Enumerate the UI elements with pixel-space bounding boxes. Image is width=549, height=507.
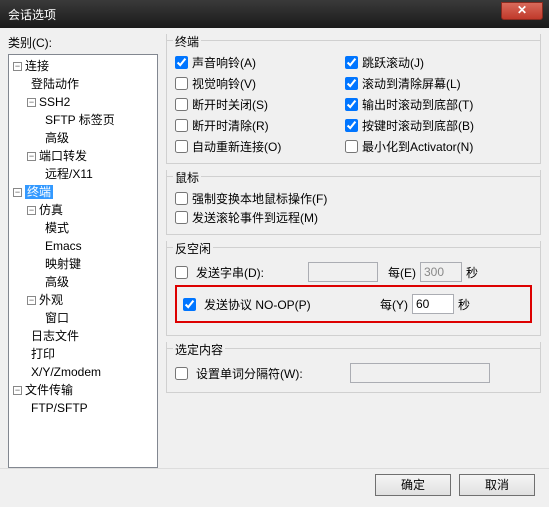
cb-keybottom[interactable]: 按键时滚动到底部(B) xyxy=(345,117,515,134)
category-label: 类别(C): xyxy=(8,34,158,51)
tree-connection[interactable]: −连接 xyxy=(9,57,157,75)
group-terminal: 终端 声音响铃(A) 跳跃滚动(J) 视觉响铃(V) 滚动到清除屏幕(L) 断开… xyxy=(166,34,541,164)
tree-mapkeys[interactable]: 映射键 xyxy=(9,255,157,273)
window-title: 会话选项 xyxy=(8,6,56,23)
lbl-sendstr: 发送字串(D): xyxy=(196,264,304,281)
tree-logfile[interactable]: 日志文件 xyxy=(9,327,157,345)
lbl-secs1: 秒 xyxy=(466,264,478,281)
group-selection: 选定内容 设置单词分隔符(W): xyxy=(166,342,541,393)
cb-autoreconn[interactable]: 自动重新连接(O) xyxy=(175,138,345,155)
titlebar: 会话选项 ✕ xyxy=(0,0,549,28)
highlight-box: 发送协议 NO-OP(P) 每(Y) 秒 xyxy=(175,285,532,323)
lbl-every2: 每(Y) xyxy=(380,296,408,313)
cb-outbottom[interactable]: 输出时滚动到底部(T) xyxy=(345,96,515,113)
close-button[interactable]: ✕ xyxy=(501,2,543,20)
tree-window[interactable]: 窗口 xyxy=(9,309,157,327)
tree-terminal[interactable]: −终端 xyxy=(9,183,157,201)
cb-clrscroll[interactable]: 滚动到清除屏幕(L) xyxy=(345,75,515,92)
group-mouse: 鼠标 强制变换本地鼠标操作(F) 发送滚轮事件到远程(M) xyxy=(166,170,541,235)
cb-clrdisc[interactable]: 断开时清除(R) xyxy=(175,117,345,134)
cancel-button[interactable]: 取消 xyxy=(459,474,535,496)
content: 类别(C): −连接 登陆动作 −SSH2 SFTP 标签页 高级 −端口转发 … xyxy=(0,28,549,468)
tree-emulation[interactable]: −仿真 xyxy=(9,201,157,219)
cb-sendstr[interactable] xyxy=(175,266,188,279)
right-panel: 终端 声音响铃(A) 跳跃滚动(J) 视觉响铃(V) 滚动到清除屏幕(L) 断开… xyxy=(158,34,541,468)
tree-advanced1[interactable]: 高级 xyxy=(9,129,157,147)
group-terminal-legend: 终端 xyxy=(173,33,201,50)
cb-sendproto[interactable] xyxy=(183,298,196,311)
tree-advanced2[interactable]: 高级 xyxy=(9,273,157,291)
ok-button[interactable]: 确定 xyxy=(375,474,451,496)
worddelim-input[interactable] xyxy=(350,363,490,383)
cb-minactivator[interactable]: 最小化到Activator(N) xyxy=(345,138,515,155)
lbl-worddelim: 设置单词分隔符(W): xyxy=(196,365,346,382)
row-sendproto: 发送协议 NO-OP(P) 每(Y) 秒 xyxy=(183,294,524,314)
tree-login[interactable]: 登陆动作 xyxy=(9,75,157,93)
interval2-input[interactable] xyxy=(412,294,454,314)
tree-appearance[interactable]: −外观 xyxy=(9,291,157,309)
group-mouse-legend: 鼠标 xyxy=(173,169,201,186)
group-antiidle: 反空闲 发送字串(D): 每(E) 秒 发送协议 NO-OP(P) 每(Y) 秒 xyxy=(166,241,541,336)
cb-vbell[interactable]: 视觉响铃(V) xyxy=(175,75,345,92)
tree-sftp-tab[interactable]: SFTP 标签页 xyxy=(9,111,157,129)
group-selection-legend: 选定内容 xyxy=(173,341,225,358)
tree-xyzmodem[interactable]: X/Y/Zmodem xyxy=(9,363,157,381)
group-antiidle-legend: 反空闲 xyxy=(173,240,213,257)
tree-print[interactable]: 打印 xyxy=(9,345,157,363)
left-column: 类别(C): −连接 登陆动作 −SSH2 SFTP 标签页 高级 −端口转发 … xyxy=(8,34,158,468)
cb-closedisc[interactable]: 断开时关闭(S) xyxy=(175,96,345,113)
cb-bell[interactable]: 声音响铃(A) xyxy=(175,54,345,71)
tree-ssh2[interactable]: −SSH2 xyxy=(9,93,157,111)
cb-sendwheel[interactable]: 发送滚轮事件到远程(M) xyxy=(175,209,532,226)
tree-filetransfer[interactable]: −文件传输 xyxy=(9,381,157,399)
lbl-secs2: 秒 xyxy=(458,296,470,313)
tree-portfwd[interactable]: −端口转发 xyxy=(9,147,157,165)
tree-mode[interactable]: 模式 xyxy=(9,219,157,237)
tree-emacs[interactable]: Emacs xyxy=(9,237,157,255)
cb-jump[interactable]: 跳跃滚动(J) xyxy=(345,54,515,71)
tree-ftp-sftp[interactable]: FTP/SFTP xyxy=(9,399,157,417)
row-sendstr: 发送字串(D): 每(E) 秒 xyxy=(175,262,532,282)
tree-remote-x11[interactable]: 远程/X11 xyxy=(9,165,157,183)
row-worddelim: 设置单词分隔符(W): xyxy=(175,363,532,383)
lbl-sendproto: 发送协议 NO-OP(P) xyxy=(204,296,334,313)
sendstr-input[interactable] xyxy=(308,262,378,282)
category-tree[interactable]: −连接 登陆动作 −SSH2 SFTP 标签页 高级 −端口转发 远程/X11 … xyxy=(8,54,158,468)
cb-worddelim[interactable] xyxy=(175,367,188,380)
footer: 确定 取消 xyxy=(0,468,549,500)
lbl-every1: 每(E) xyxy=(388,264,416,281)
interval1-input[interactable] xyxy=(420,262,462,282)
cb-forcelocal[interactable]: 强制变换本地鼠标操作(F) xyxy=(175,190,532,207)
